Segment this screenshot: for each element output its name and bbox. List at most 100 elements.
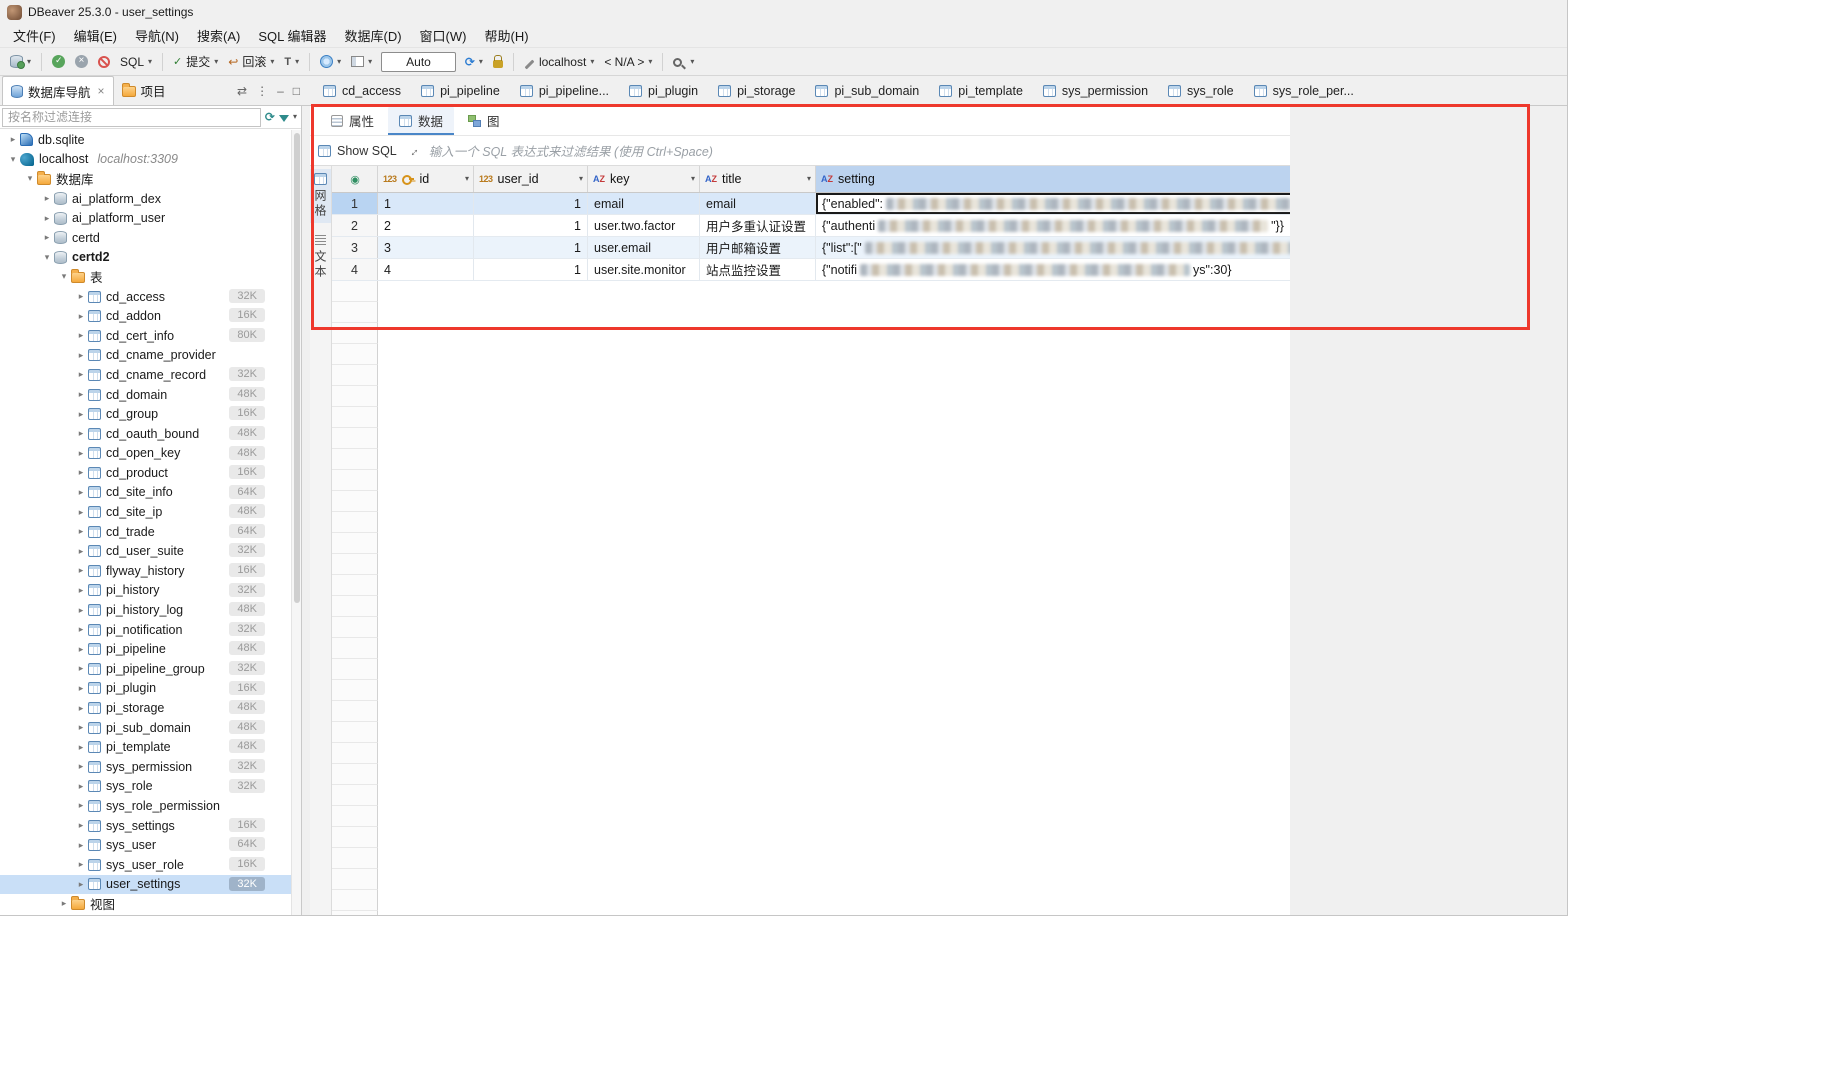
- chevron-right-icon[interactable]: ▸: [74, 683, 88, 694]
- editor-tab-pi_pipeline[interactable]: pi_pipeline: [414, 76, 513, 105]
- row-number[interactable]: 4: [332, 259, 378, 280]
- column-menu-icon[interactable]: ▾: [579, 175, 583, 183]
- column-header-setting[interactable]: AZsetting▾: [816, 166, 1290, 192]
- tree-item-sys_settings[interactable]: ▸sys_settings16K: [0, 816, 291, 836]
- no-transaction-button[interactable]: [93, 53, 115, 71]
- chevron-right-icon[interactable]: ▸: [74, 781, 88, 792]
- connection-select-button[interactable]: localhost▾: [519, 52, 599, 72]
- column-header-title[interactable]: AZtitle▾: [700, 166, 816, 192]
- tree-item-pi_history[interactable]: ▸pi_history32K: [0, 581, 291, 601]
- tree-item-certd[interactable]: ▸certd: [0, 228, 291, 248]
- chevron-right-icon[interactable]: ▸: [74, 565, 88, 576]
- chevron-right-icon[interactable]: ▸: [74, 330, 88, 341]
- chevron-right-icon[interactable]: ▸: [74, 526, 88, 537]
- tree-item-flyway_history[interactable]: ▸flyway_history16K: [0, 561, 291, 581]
- tree-item-sys_user_role[interactable]: ▸sys_user_role16K: [0, 855, 291, 875]
- expand-filter-icon[interactable]: ↔: [404, 141, 422, 159]
- auto-commit-button[interactable]: Auto: [381, 52, 456, 72]
- tree-item-sys_user[interactable]: ▸sys_user64K: [0, 835, 291, 855]
- menu-sql-editor[interactable]: SQL 编辑器: [249, 24, 335, 47]
- editor-tab-pi_template[interactable]: pi_template: [932, 76, 1036, 105]
- chevron-right-icon[interactable]: ▸: [74, 311, 88, 322]
- editor-tab-pi_pipeline[interactable]: pi_pipeline...: [513, 76, 622, 105]
- tree-item-表[interactable]: ▾表: [0, 267, 291, 287]
- cell-id[interactable]: 2: [378, 215, 474, 236]
- menu-search[interactable]: 搜索(A): [188, 24, 249, 47]
- chevron-right-icon[interactable]: ▸: [74, 742, 88, 753]
- db-connection-button[interactable]: ▾: [5, 52, 36, 71]
- tree-item-ai_platform_dex[interactable]: ▸ai_platform_dex: [0, 189, 291, 209]
- editor-tab-pi_storage[interactable]: pi_storage: [711, 76, 808, 105]
- cell-title[interactable]: 用户多重认证设置: [700, 215, 816, 236]
- tree-item-cd_product[interactable]: ▸cd_product16K: [0, 463, 291, 483]
- tree-item-pi_history_log[interactable]: ▸pi_history_log48K: [0, 600, 291, 620]
- editor-tab-sys_role_per[interactable]: sys_role_per...: [1247, 76, 1367, 105]
- refresh-connections-icon[interactable]: [265, 109, 275, 125]
- column-menu-icon[interactable]: ▾: [691, 175, 695, 183]
- column-menu-icon[interactable]: ▾: [807, 175, 811, 183]
- tree-item-db.sqlite[interactable]: ▸db.sqlite: [0, 130, 291, 150]
- chevron-right-icon[interactable]: ▸: [6, 134, 20, 145]
- menu-database[interactable]: 数据库(D): [336, 24, 411, 47]
- chevron-right-icon[interactable]: ▸: [40, 213, 54, 224]
- minimize-icon[interactable]: ‒: [277, 84, 284, 98]
- chevron-right-icon[interactable]: ▸: [74, 546, 88, 557]
- chevron-right-icon[interactable]: ▸: [74, 761, 88, 772]
- tree-item-cd_trade[interactable]: ▸cd_trade64K: [0, 522, 291, 542]
- view-tab-属性[interactable]: 属性: [320, 106, 385, 135]
- tree-item-视图[interactable]: ▸视图: [0, 894, 291, 914]
- layout-button[interactable]: ▾: [346, 53, 377, 70]
- editor-tab-pi_plugin[interactable]: pi_plugin: [622, 76, 711, 105]
- chevron-right-icon[interactable]: ▸: [74, 291, 88, 302]
- tree-item-clipped[interactable]: ▸: [0, 914, 291, 915]
- chevron-right-icon[interactable]: ▸: [74, 585, 88, 596]
- tree-item-cd_oauth_bound[interactable]: ▸cd_oauth_bound48K: [0, 424, 291, 444]
- link-editor-icon[interactable]: ⇄: [237, 84, 247, 98]
- menu-edit[interactable]: 编辑(E): [65, 24, 126, 47]
- menu-window[interactable]: 窗口(W): [411, 24, 476, 47]
- chevron-down-icon[interactable]: ▾: [293, 113, 297, 121]
- chevron-right-icon[interactable]: ▸: [74, 350, 88, 361]
- chevron-right-icon[interactable]: ▸: [74, 820, 88, 831]
- tree-item-localhost[interactable]: ▾localhostlocalhost:3309: [0, 150, 291, 170]
- chevron-right-icon[interactable]: ▸: [74, 663, 88, 674]
- cell-user-id[interactable]: 1: [474, 237, 588, 258]
- row-number[interactable]: 2: [332, 215, 378, 236]
- tree-item-pi_storage[interactable]: ▸pi_storage48K: [0, 698, 291, 718]
- column-header-id[interactable]: 123id▾: [378, 166, 474, 192]
- cell-key[interactable]: user.site.monitor: [588, 259, 700, 280]
- chevron-down-icon[interactable]: ▾: [40, 252, 54, 263]
- menu-file[interactable]: 文件(F): [4, 24, 65, 47]
- tree-item-cd_domain[interactable]: ▸cd_domain48K: [0, 385, 291, 405]
- chevron-right-icon[interactable]: ▸: [40, 232, 54, 243]
- sql-filter-input[interactable]: 输入一个 SQL 表达式来过滤结果 (使用 Ctrl+Space): [429, 141, 713, 160]
- network-button[interactable]: ▾: [315, 52, 346, 71]
- tree-item-数据库[interactable]: ▾数据库: [0, 169, 291, 189]
- chevron-right-icon[interactable]: ▸: [74, 507, 88, 518]
- maximize-icon[interactable]: □: [293, 84, 300, 98]
- cell-user-id[interactable]: 1: [474, 193, 588, 214]
- sidebar-scrollbar[interactable]: [291, 130, 301, 915]
- chevron-right-icon[interactable]: ▸: [74, 409, 88, 420]
- cell-id[interactable]: 4: [378, 259, 474, 280]
- tree-item-cd_access[interactable]: ▸cd_access32K: [0, 287, 291, 307]
- chevron-right-icon[interactable]: ▸: [74, 644, 88, 655]
- row-number[interactable]: 1: [332, 193, 378, 214]
- commit-button[interactable]: 提交▾: [168, 50, 223, 73]
- cell-id[interactable]: 1: [378, 193, 474, 214]
- column-header-key[interactable]: AZkey▾: [588, 166, 700, 192]
- chevron-right-icon[interactable]: ▸: [74, 448, 88, 459]
- tree-item-user_settings[interactable]: ▸user_settings32K: [0, 875, 291, 895]
- tree-item-pi_pipeline[interactable]: ▸pi_pipeline48K: [0, 639, 291, 659]
- scrollbar-thumb[interactable]: [294, 133, 300, 603]
- cell-setting[interactable]: {"enabled":: [816, 193, 1290, 214]
- tree-item-cd_group[interactable]: ▸cd_group16K: [0, 404, 291, 424]
- presentation-tab-文本[interactable]: 文本: [310, 231, 331, 284]
- editor-tab-sys_permission[interactable]: sys_permission: [1036, 76, 1161, 105]
- tree-item-cd_cname_provider[interactable]: ▸cd_cname_provider: [0, 346, 291, 366]
- search-button[interactable]: ▾: [668, 54, 699, 70]
- tab-database-navigator[interactable]: 数据库导航 ×: [2, 76, 114, 105]
- chevron-right-icon[interactable]: ▸: [74, 703, 88, 714]
- menu-help[interactable]: 帮助(H): [475, 24, 537, 47]
- chevron-right-icon[interactable]: ▸: [74, 389, 88, 400]
